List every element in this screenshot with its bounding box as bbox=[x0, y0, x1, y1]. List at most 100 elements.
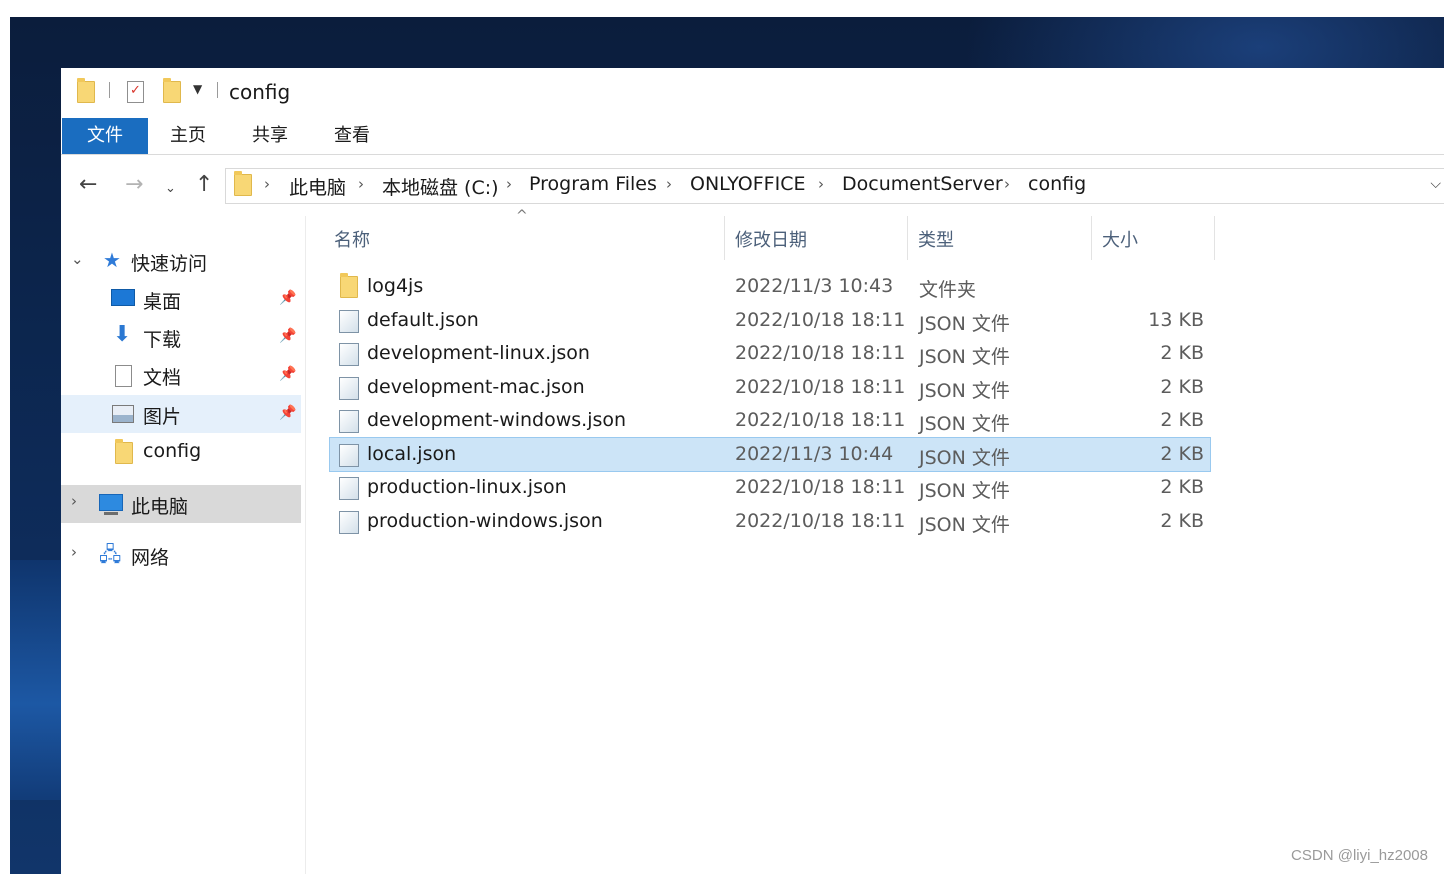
breadcrumb-chevron-icon[interactable]: › bbox=[506, 175, 512, 193]
chevron-right-icon[interactable]: › bbox=[71, 492, 77, 510]
file-type: 文件夹 bbox=[919, 279, 977, 301]
ribbon-tabs: 文件 主页 共享 查看 bbox=[61, 118, 1444, 155]
json-file-icon bbox=[339, 477, 359, 500]
address-bar[interactable]: › 此电脑 › 本地磁盘 (C:) › Program Files › ONLY… bbox=[225, 168, 1444, 204]
file-size: 2 KB bbox=[1160, 375, 1204, 398]
file-name: default.json bbox=[367, 308, 479, 331]
tab-view[interactable]: 查看 bbox=[321, 118, 383, 154]
tree-item-quick-access[interactable]: ⌄ ★ 快速访问 bbox=[61, 242, 301, 280]
tree-item-config[interactable]: config bbox=[61, 433, 301, 471]
file-list-pane: ^ 名称 修改日期 类型 大小 log4js 2022/11/3 10:43 文… bbox=[306, 208, 1444, 874]
file-size: 2 KB bbox=[1160, 409, 1204, 431]
tab-file[interactable]: 文件 bbox=[62, 118, 148, 154]
file-date: 2022/10/18 18:11 bbox=[735, 342, 906, 364]
tab-share[interactable]: 共享 bbox=[239, 118, 301, 154]
properties-icon[interactable] bbox=[127, 81, 144, 103]
breadcrumb-local-disk[interactable]: 本地磁盘 (C:) bbox=[382, 173, 499, 200]
json-file-icon bbox=[339, 376, 359, 400]
file-name: production-linux.json bbox=[367, 476, 567, 498]
file-row[interactable]: production-linux.json 2022/10/18 18:11 J… bbox=[330, 471, 1210, 504]
column-header-type[interactable]: 类型 bbox=[908, 216, 1090, 260]
pin-icon[interactable]: 📌 bbox=[279, 405, 296, 421]
tree-item-this-pc[interactable]: › 此电脑 bbox=[61, 485, 301, 523]
breadcrumb-chevron-icon[interactable]: › bbox=[358, 175, 364, 193]
file-size: 2 KB bbox=[1160, 342, 1204, 364]
tree-item-downloads[interactable]: ⬇ 下载 📌 bbox=[61, 318, 301, 356]
breadcrumb-config[interactable]: config bbox=[1028, 173, 1086, 195]
file-type: JSON 文件 bbox=[919, 312, 1010, 335]
breadcrumb-chevron-icon[interactable]: › bbox=[818, 175, 824, 193]
file-row[interactable]: development-windows.json 2022/10/18 18:1… bbox=[330, 404, 1210, 437]
pin-icon[interactable]: 📌 bbox=[279, 366, 296, 382]
chevron-right-icon[interactable]: › bbox=[71, 543, 77, 561]
json-file-icon bbox=[339, 309, 359, 333]
file-type: JSON 文件 bbox=[919, 513, 1010, 536]
navigation-pane: ⌄ ★ 快速访问 桌面 📌 ⬇ 下载 📌 文档 📌 图片 📌 config › … bbox=[61, 216, 306, 874]
breadcrumb-chevron-icon[interactable]: › bbox=[264, 175, 270, 193]
tree-label: 快速访问 bbox=[131, 253, 208, 275]
breadcrumb-this-pc[interactable]: 此电脑 bbox=[289, 173, 346, 200]
file-row[interactable]: development-mac.json 2022/10/18 18:11 JS… bbox=[330, 371, 1210, 404]
address-dropdown-icon[interactable]: ⌵ bbox=[1430, 176, 1441, 192]
breadcrumb-chevron-icon[interactable]: › bbox=[1004, 175, 1010, 193]
tree-item-desktop[interactable]: 桌面 📌 bbox=[61, 280, 301, 318]
folder-icon bbox=[340, 273, 358, 298]
tree-item-pictures[interactable]: 图片 📌 bbox=[61, 395, 301, 433]
tree-item-documents[interactable]: 文档 📌 bbox=[61, 356, 301, 394]
customize-toolbar-dropdown-icon[interactable]: ▼ bbox=[193, 82, 202, 96]
column-header-name[interactable]: 名称 bbox=[324, 216, 722, 260]
star-icon: ★ bbox=[103, 248, 121, 272]
file-list: log4js 2022/11/3 10:43 文件夹 default.json … bbox=[306, 270, 1306, 550]
file-row-selected[interactable]: local.json 2022/11/3 10:44 JSON 文件 2 KB bbox=[329, 437, 1211, 472]
tree-item-network[interactable]: › 🖧 网络 bbox=[61, 536, 301, 574]
file-row[interactable]: log4js 2022/11/3 10:43 文件夹 bbox=[330, 270, 1210, 303]
tree-label: 网络 bbox=[131, 547, 170, 569]
tab-home[interactable]: 主页 bbox=[157, 118, 219, 154]
pictures-icon bbox=[112, 405, 134, 423]
json-file-icon bbox=[339, 510, 359, 534]
column-header-date[interactable]: 修改日期 bbox=[725, 216, 907, 260]
file-date: 2022/10/18 18:11 bbox=[735, 308, 906, 331]
chevron-down-icon[interactable]: ⌄ bbox=[71, 250, 84, 268]
breadcrumb-chevron-icon[interactable]: › bbox=[666, 175, 672, 193]
file-row[interactable]: development-linux.json 2022/10/18 18:11 … bbox=[330, 337, 1210, 370]
tree-label: config bbox=[143, 440, 202, 462]
desktop-icon bbox=[111, 289, 135, 306]
up-arrow-icon[interactable]: ↑ bbox=[195, 172, 213, 198]
folder-icon bbox=[115, 439, 133, 464]
new-folder-icon[interactable] bbox=[163, 78, 181, 103]
json-file-icon bbox=[339, 343, 359, 366]
download-icon: ⬇ bbox=[113, 322, 132, 347]
forward-arrow-icon[interactable]: → bbox=[125, 172, 143, 198]
pin-icon[interactable]: 📌 bbox=[279, 290, 296, 306]
title-separator bbox=[217, 82, 218, 98]
file-size: 2 KB bbox=[1160, 476, 1204, 498]
file-type: JSON 文件 bbox=[919, 480, 1010, 502]
pin-icon[interactable]: 📌 bbox=[279, 328, 296, 344]
folder-icon[interactable] bbox=[77, 78, 95, 103]
file-type: JSON 文件 bbox=[919, 346, 1010, 368]
tree-label: 此电脑 bbox=[131, 496, 189, 518]
file-row[interactable]: default.json 2022/10/18 18:11 JSON 文件 13… bbox=[330, 304, 1210, 337]
column-header-size[interactable]: 大小 bbox=[1092, 216, 1214, 260]
watermark: CSDN @liyi_hz2008 bbox=[1291, 847, 1428, 864]
file-name: development-linux.json bbox=[367, 342, 590, 364]
file-date: 2022/10/18 18:11 bbox=[735, 375, 906, 398]
address-folder-icon bbox=[234, 171, 252, 196]
breadcrumb-program-files[interactable]: Program Files bbox=[529, 173, 657, 195]
breadcrumb-documentserver[interactable]: DocumentServer bbox=[842, 173, 1003, 195]
documents-icon bbox=[115, 365, 132, 387]
file-date: 2022/10/18 18:11 bbox=[735, 476, 906, 498]
breadcrumb-onlyoffice[interactable]: ONLYOFFICE bbox=[690, 173, 805, 195]
window-title: config bbox=[229, 80, 291, 104]
file-row[interactable]: production-windows.json 2022/10/18 18:11… bbox=[330, 505, 1210, 538]
json-file-icon bbox=[339, 444, 359, 467]
back-arrow-icon[interactable]: ← bbox=[79, 172, 97, 198]
file-type: JSON 文件 bbox=[919, 413, 1010, 435]
file-name: development-mac.json bbox=[367, 375, 585, 398]
recent-locations-chevron-icon[interactable]: ⌄ bbox=[165, 176, 176, 202]
tree-label: 文档 bbox=[143, 367, 182, 389]
desktop-wallpaper-beam bbox=[10, 560, 62, 800]
column-divider[interactable] bbox=[1214, 216, 1215, 260]
title-bar: ▼ config bbox=[61, 68, 1444, 118]
